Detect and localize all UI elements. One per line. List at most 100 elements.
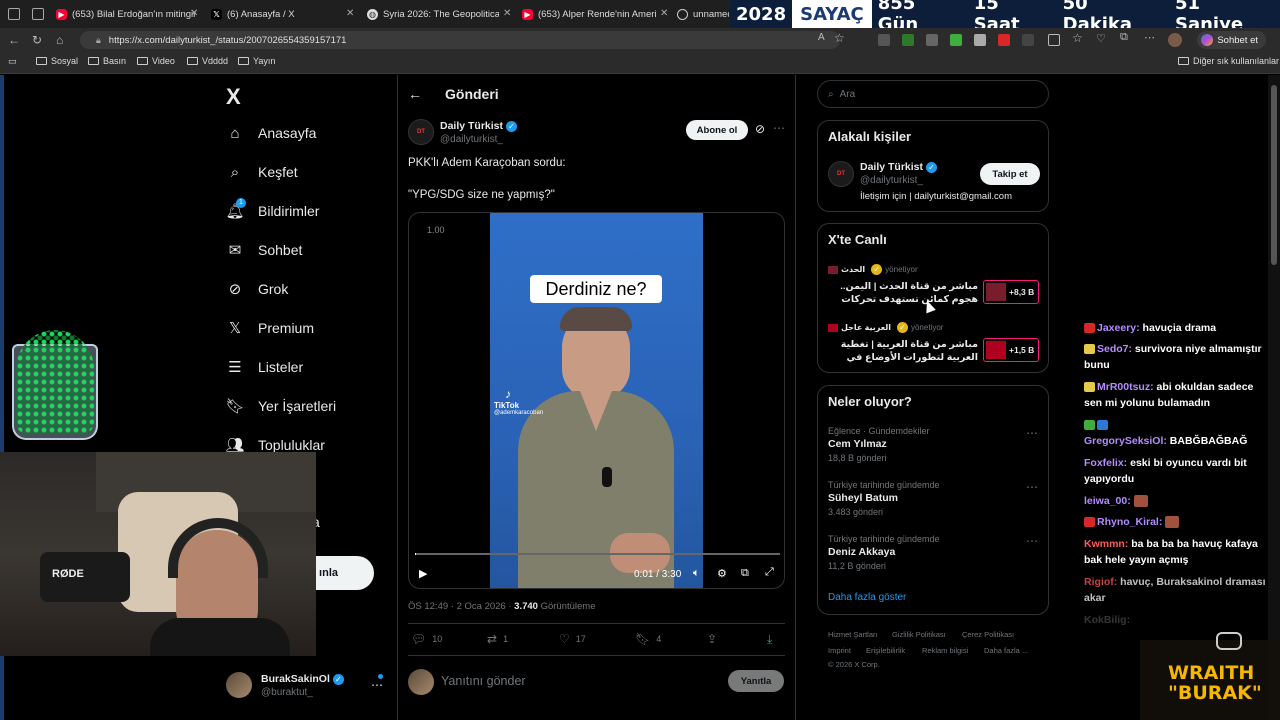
extension-icon[interactable] <box>902 34 914 46</box>
bookmark-folder[interactable]: Yayın <box>238 56 275 66</box>
x-logo[interactable]: X <box>226 84 241 110</box>
related-avatar[interactable]: DT <box>828 161 854 187</box>
sidebar-item-bookmarks[interactable]: 🔖︎ Yer İşaretleri <box>225 397 336 415</box>
bookmark-action[interactable]: 🔖︎ 4 <box>635 632 661 646</box>
close-tab-icon[interactable]: ✕ <box>503 8 511 19</box>
post-header-title: Gönderi <box>445 86 499 102</box>
video-player[interactable]: Derdiniz ne? ♪ TikTok @ademkaracoban 1.0… <box>408 212 785 589</box>
sidebar-item-lists[interactable]: ☰ Listeler <box>226 358 303 376</box>
extension-icon[interactable] <box>950 34 962 46</box>
other-bookmarks-folder[interactable]: Diğer sık kullanılanlar <box>1178 56 1279 66</box>
repost-icon: ⇄ <box>487 632 498 646</box>
extensions-puzzle-icon[interactable] <box>1022 34 1034 46</box>
trend-more-icon[interactable]: ⋯ <box>1026 426 1039 440</box>
url-bar[interactable]: 🔒︎ https://x.com/dailyturkist_/status/20… <box>80 31 840 49</box>
author-name[interactable]: Daily Türkist ✓ <box>440 120 518 132</box>
account-avatar[interactable] <box>226 672 252 698</box>
bookmark-folder[interactable]: Sosyal <box>36 56 78 66</box>
search-input[interactable]: ⌕ Ara <box>817 80 1049 108</box>
trend-more-icon[interactable]: ⋯ <box>1026 480 1039 494</box>
fullscreen-icon[interactable]: ⤢ <box>765 566 774 579</box>
sidebar-item-home[interactable]: ⌂ Anasayfa <box>226 124 316 142</box>
split-screen-icon[interactable] <box>1048 34 1060 46</box>
favorite-star-icon[interactable]: ☆ <box>834 31 845 45</box>
bookmark-folder[interactable]: Basın <box>88 56 126 66</box>
footer-privacy[interactable]: Gizlilik Politikası <box>892 630 946 639</box>
grok-icon[interactable]: ⊘ <box>755 122 765 136</box>
browser-tab-2[interactable]: 𝕏 (6) Anasayfa / X <box>211 4 351 24</box>
share-action[interactable]: ⇪ <box>707 632 717 646</box>
reading-list-icon[interactable]: ▭ <box>8 56 17 67</box>
back-icon[interactable]: ← <box>8 33 20 47</box>
settings-icon[interactable]: ⚙ <box>717 567 727 580</box>
live-host-row: الحدث ✓ yönetiyor <box>828 264 1040 275</box>
trend-item[interactable]: Eğlence · Gündemdekiler Cem Yılmaz 18,8 … <box>828 426 1040 463</box>
reply-action[interactable]: 💬︎ 10 <box>411 632 442 646</box>
browser-tab-3[interactable]: ◍ Syria 2026: The Geopolitical Map <box>367 4 499 24</box>
more-options-icon[interactable]: ⋯ <box>773 121 785 135</box>
sidebar-item-premium[interactable]: 𝕏 Premium <box>226 319 314 337</box>
collections-icon[interactable]: ⧉ <box>1120 31 1128 44</box>
follow-button[interactable]: Takip et <box>980 163 1040 185</box>
author-handle: @dailyturkist_ <box>440 134 503 145</box>
trend-item[interactable]: Türkiye tarihinde gündemde Deniz Akkaya … <box>828 534 1040 571</box>
subscribe-button[interactable]: Abone ol <box>686 120 748 140</box>
reload-icon[interactable]: ↻ <box>32 33 42 47</box>
scrollbar-thumb[interactable] <box>1271 85 1277 265</box>
browser-tab-4[interactable]: ▶ (653) Alper Rende'nin Amerikan İ <box>522 4 657 24</box>
chat-message: KokBilig: <box>1084 614 1131 626</box>
volume-icon[interactable]: 🔈︎ <box>693 567 700 580</box>
profile-avatar[interactable] <box>1168 33 1182 47</box>
close-tab-icon[interactable]: ✕ <box>660 8 668 19</box>
footer-terms[interactable]: Hizmet Şartları <box>828 630 878 639</box>
live-item[interactable]: العربية عاجل ✓ yönetiyor مباشر من قناة ا… <box>828 322 1040 370</box>
author-avatar[interactable]: DT <box>408 119 434 145</box>
more-menu-icon[interactable]: ⋯ <box>1144 31 1155 44</box>
browser-tab-5[interactable]: unnamed ( <box>677 4 729 24</box>
close-tab-icon[interactable]: ✕ <box>346 8 354 19</box>
brand-line2: "BURAK" <box>1168 682 1262 704</box>
extension-icon[interactable] <box>998 34 1010 46</box>
trend-more-icon[interactable]: ⋯ <box>1026 534 1039 548</box>
account-name[interactable]: BurakSakinOl ✓ <box>261 673 344 685</box>
read-aloud-icon[interactable]: A <box>818 32 825 43</box>
heart-icon[interactable]: ♡ <box>1096 32 1106 45</box>
reply-input[interactable]: Yanıtını gönder <box>441 674 526 688</box>
home-icon[interactable]: ⌂ <box>56 33 63 47</box>
footer-imprint[interactable]: Imprint <box>828 646 851 655</box>
chat-message: leiwa_00: <box>1084 493 1274 509</box>
sidebar-item-notifications[interactable]: 🔔︎ 1 Bildirimler <box>225 198 319 220</box>
pip-icon[interactable]: ⧉ <box>741 567 749 580</box>
tab-actions-icon[interactable] <box>32 8 44 20</box>
show-more-link[interactable]: Daha fazla göster <box>828 592 906 603</box>
video-progress-track[interactable] <box>415 553 780 555</box>
bookmark-folder[interactable]: Video <box>137 56 175 66</box>
repost-action[interactable]: ⇄ 1 <box>487 632 508 646</box>
account-menu-icon[interactable]: ⋯ <box>371 678 383 692</box>
extension-icon[interactable] <box>974 34 986 46</box>
favorites-icon[interactable]: ☆ <box>1072 31 1083 45</box>
extension-icon[interactable] <box>926 34 938 46</box>
like-action[interactable]: ♡ 17 <box>559 632 586 646</box>
extension-icon[interactable] <box>878 34 890 46</box>
trend-item[interactable]: Türkiye tarihinde gündemde Süheyl Batum … <box>828 480 1040 517</box>
related-name[interactable]: Daily Türkist ✓ <box>860 161 938 173</box>
footer-accessibility[interactable]: Erişilebilirlik <box>866 646 905 655</box>
browser-tab-1[interactable]: ▶ (653) Bilal Erdoğan'ın mitingine k <box>56 4 196 24</box>
copilot-chat-button[interactable]: Sohbet et <box>1197 31 1266 49</box>
playback-speed[interactable]: 1.00 <box>427 225 445 235</box>
close-tab-icon[interactable]: ✕ <box>190 8 198 19</box>
footer-more[interactable]: Daha fazla ... <box>984 646 1028 655</box>
sidebar-item-label: Grok <box>258 281 289 297</box>
sidebar-item-messages[interactable]: ✉ Sohbet <box>226 241 303 259</box>
back-arrow-icon[interactable]: ← <box>408 86 422 102</box>
footer-cookies[interactable]: Çerez Politikası <box>962 630 1014 639</box>
play-icon[interactable]: ▶ <box>419 567 427 580</box>
workspaces-icon[interactable] <box>8 8 20 20</box>
sidebar-item-grok[interactable]: ⊘ Grok <box>226 280 289 298</box>
sidebar-item-explore[interactable]: ⌕ Keşfet <box>226 163 298 181</box>
bookmark-folder[interactable]: Vdddd <box>187 56 228 66</box>
reply-button[interactable]: Yanıtla <box>728 670 784 692</box>
download-action[interactable]: ⤓ <box>767 632 772 647</box>
footer-ads-info[interactable]: Reklam bilgisi <box>922 646 968 655</box>
